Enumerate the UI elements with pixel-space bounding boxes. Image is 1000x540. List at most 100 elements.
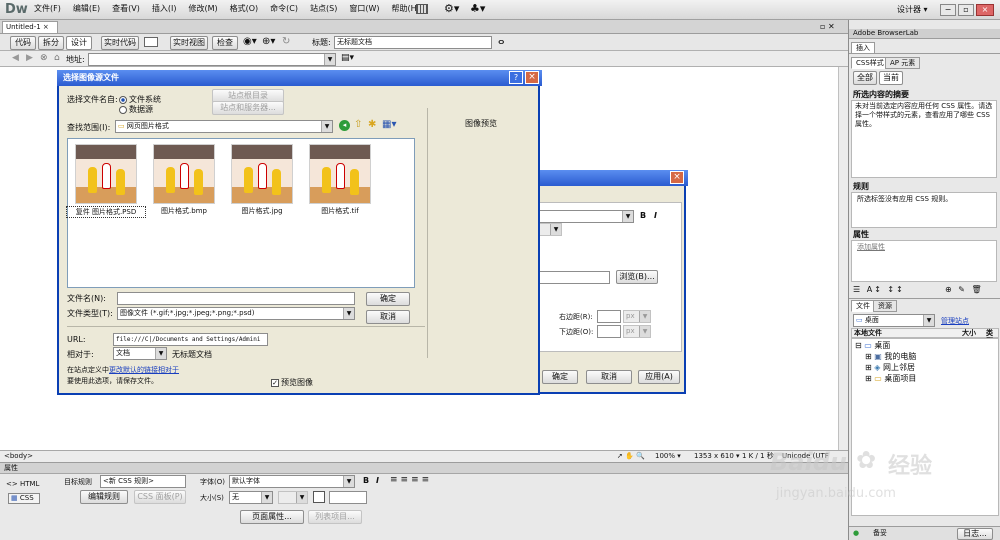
- col-size[interactable]: 大小: [962, 329, 976, 337]
- menu-item[interactable]: 文件(F): [28, 0, 67, 18]
- manage-sites-link[interactable]: 管理站点: [941, 316, 969, 326]
- file-thumbnail[interactable]: [309, 144, 371, 204]
- site-icon[interactable]: ♣▾: [470, 2, 485, 15]
- css-panel-button[interactable]: CSS 面板(P): [134, 490, 186, 504]
- add-property-link[interactable]: 添加属性: [857, 242, 885, 252]
- tree-item-my-computer[interactable]: ⊞ ▣ 我的电脑: [865, 351, 916, 362]
- close-button[interactable]: ×: [976, 4, 994, 16]
- bold-icon[interactable]: B: [363, 476, 369, 485]
- menu-item[interactable]: 插入(I): [146, 0, 183, 18]
- relative-select[interactable]: 文档 ▼: [113, 347, 167, 360]
- css-panel-icons[interactable]: ☰ A↕ ↕↕: [853, 285, 905, 294]
- workspace-switcher[interactable]: 设计器 ▾: [897, 4, 928, 15]
- split-view-button[interactable]: 拆分: [38, 36, 64, 50]
- file-name-label[interactable]: 复件 图片格式.PSD: [66, 206, 146, 218]
- select-tool-icon[interactable]: ➚ ✋ 🔍: [617, 451, 645, 462]
- list-items-button[interactable]: 列表项目...: [308, 510, 362, 524]
- forward-icon[interactable]: ▶: [26, 53, 33, 63]
- css-action-icons[interactable]: ⊕ ✎ 🗑: [945, 285, 984, 294]
- dialog-close-button[interactable]: ×: [525, 71, 539, 84]
- back-folder-icon[interactable]: ◂: [339, 120, 350, 131]
- layout-icon[interactable]: [416, 4, 428, 14]
- live-view-button[interactable]: 实时视图: [170, 36, 208, 50]
- tag-selector[interactable]: <body>: [4, 451, 33, 462]
- location-select[interactable]: ▭ 桌面 ▼: [853, 314, 935, 327]
- code-view-button[interactable]: 代码: [10, 36, 36, 50]
- title-input[interactable]: 无标题文档: [334, 36, 492, 49]
- preview-checkbox[interactable]: ✓ 预览图像: [271, 377, 313, 388]
- filename-input[interactable]: [117, 292, 355, 305]
- inspect-icon[interactable]: [144, 37, 158, 47]
- file-name-label[interactable]: 图片格式.tif: [300, 206, 380, 216]
- file-thumbnail[interactable]: [231, 144, 293, 204]
- bg-image-input[interactable]: [532, 271, 610, 284]
- menu-item[interactable]: 查看(V): [106, 0, 146, 18]
- edit-rule-button[interactable]: 编辑规则: [80, 490, 128, 504]
- close-icon[interactable]: ×: [43, 23, 49, 31]
- look-in-select[interactable]: ▭ 网页图片格式 ▼: [115, 120, 333, 133]
- current-button[interactable]: 当前: [879, 71, 903, 85]
- browse-button[interactable]: 浏览(B)...: [616, 270, 658, 284]
- inspect-button[interactable]: 检查: [212, 36, 238, 50]
- bg-ok-button[interactable]: 确定: [542, 370, 578, 384]
- site-server-button[interactable]: 站点和服务器...: [212, 101, 284, 115]
- restore-button[interactable]: ▫: [958, 4, 974, 16]
- tree-item-desktop-items[interactable]: ⊞ ▭ 桌面项目: [865, 373, 916, 384]
- tree-item-network[interactable]: ⊞ ◈ 网上邻居: [865, 362, 915, 373]
- size-unit-select[interactable]: ▼: [278, 491, 308, 504]
- color-input[interactable]: [329, 491, 367, 504]
- restore-doc-icon[interactable]: ▫ ✕: [820, 22, 835, 31]
- doc-tab[interactable]: Untitled-1 ×: [2, 21, 58, 34]
- change-default-link[interactable]: 更改默认的链接相对于: [109, 366, 179, 374]
- bg-apply-button[interactable]: 应用(A): [638, 370, 680, 384]
- bottom-margin-unit[interactable]: px ▼: [623, 325, 651, 338]
- bg-dialog-close-button[interactable]: ×: [670, 171, 684, 184]
- menu-item[interactable]: 修改(M): [182, 0, 223, 18]
- menu-item[interactable]: 编辑(E): [67, 0, 106, 18]
- right-margin-input[interactable]: [597, 310, 621, 323]
- file-name-label[interactable]: 图片格式.bmp: [144, 206, 224, 216]
- minimize-button[interactable]: −: [940, 4, 956, 16]
- file-thumbnail[interactable]: [153, 144, 215, 204]
- refresh-icon[interactable]: ↻: [282, 36, 290, 47]
- browser-options-icon[interactable]: ▤▾: [341, 53, 354, 63]
- stop-icon[interactable]: ⊗: [40, 53, 48, 63]
- assets-tab[interactable]: 资源: [873, 300, 897, 312]
- file-thumbnail[interactable]: [75, 144, 137, 204]
- cancel-button[interactable]: 取消: [366, 310, 410, 324]
- menu-item[interactable]: 站点(S): [304, 0, 343, 18]
- css-styles-tab[interactable]: CSS样式: [851, 57, 889, 69]
- bottom-margin-input[interactable]: [597, 325, 621, 338]
- address-input[interactable]: ▼: [88, 53, 336, 66]
- bold-icon[interactable]: B: [640, 211, 646, 220]
- design-view-button[interactable]: 设计: [66, 36, 92, 50]
- html-mode-button[interactable]: <> HTML: [6, 480, 39, 488]
- view-menu-icon[interactable]: ▦▾: [382, 119, 396, 130]
- color-swatch[interactable]: [313, 491, 325, 503]
- new-folder-icon[interactable]: ✱: [368, 119, 376, 130]
- zoom-select[interactable]: 100% ▾: [655, 451, 681, 462]
- bg-font-select[interactable]: ▼: [532, 210, 634, 223]
- italic-icon[interactable]: I: [654, 211, 657, 220]
- window-size[interactable]: 1353 x 610 ▾: [694, 451, 740, 462]
- size-select[interactable]: 无 ▼: [229, 491, 273, 504]
- ap-elements-tab[interactable]: AP 元素: [885, 57, 921, 69]
- help-button[interactable]: ?: [509, 71, 523, 84]
- url-input[interactable]: file:///C|/Documents and Settings/Admini: [113, 333, 268, 346]
- right-margin-unit[interactable]: px ▼: [623, 310, 651, 323]
- canvas-scrollbar[interactable]: [838, 67, 848, 450]
- check-page-icon[interactable]: ⴰ: [498, 36, 504, 47]
- filetype-select[interactable]: 图像文件 (*.gif;*.jpg;*.jpeg;*.png;*.psd) ▼: [117, 307, 355, 320]
- gear-icon[interactable]: ⚙▾: [444, 2, 459, 15]
- ok-button[interactable]: 确定: [366, 292, 410, 306]
- up-folder-icon[interactable]: ⇧: [354, 119, 362, 130]
- back-icon[interactable]: ◀: [12, 53, 19, 63]
- browserlab-tab[interactable]: Adobe BrowserLab: [849, 29, 1000, 39]
- italic-icon[interactable]: I: [376, 476, 379, 485]
- browser-preview-icon[interactable]: ◉▾: [243, 36, 257, 47]
- font-select[interactable]: 默认字体 ▼: [229, 475, 355, 488]
- target-rule-select[interactable]: <新 CSS 规则>: [100, 475, 186, 488]
- menu-item[interactable]: 窗口(W): [343, 0, 385, 18]
- files-tab[interactable]: 文件: [851, 300, 875, 312]
- bg-cancel-button[interactable]: 取消: [586, 370, 632, 384]
